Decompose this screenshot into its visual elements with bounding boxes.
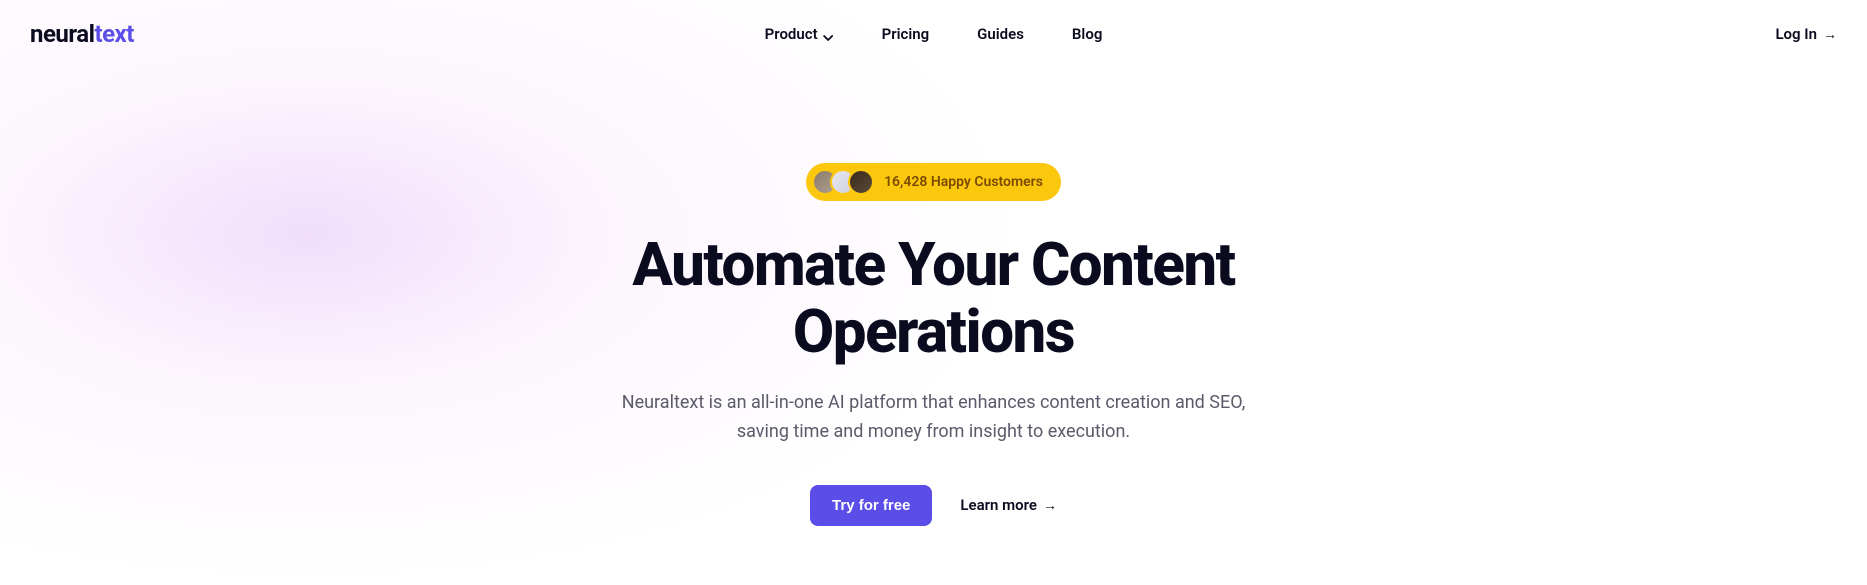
main-nav: Product Pricing Guides Blog bbox=[765, 25, 1103, 43]
header: neuraltext Product Pricing Guides Blog L… bbox=[0, 0, 1867, 68]
hero-subtitle: Neuraltext is an all-in-one AI platform … bbox=[614, 389, 1254, 447]
arrow-right-icon: → bbox=[1043, 497, 1057, 514]
nav-pricing-label: Pricing bbox=[882, 25, 930, 43]
customers-badge[interactable]: 16,428 Happy Customers bbox=[806, 163, 1061, 201]
nav-pricing[interactable]: Pricing bbox=[882, 25, 930, 43]
hero-section: 16,428 Happy Customers Automate Your Con… bbox=[0, 68, 1867, 526]
nav-guides-label: Guides bbox=[977, 25, 1024, 43]
hero-title-line1: Automate Your Content bbox=[632, 229, 1234, 300]
hero-title: Automate Your Content Operations bbox=[632, 231, 1234, 365]
login-link[interactable]: Log In → bbox=[1775, 25, 1837, 43]
nav-blog-label: Blog bbox=[1072, 25, 1102, 43]
nav-guides[interactable]: Guides bbox=[977, 25, 1024, 43]
learn-more-label: Learn more bbox=[960, 496, 1037, 514]
login-label: Log In bbox=[1775, 25, 1817, 43]
logo-part2: text bbox=[94, 20, 133, 48]
nav-blog[interactable]: Blog bbox=[1072, 25, 1102, 43]
try-for-free-button[interactable]: Try for free bbox=[810, 485, 932, 526]
badge-text: 16,428 Happy Customers bbox=[884, 174, 1043, 190]
brand-logo[interactable]: neuraltext bbox=[30, 20, 134, 48]
hero-title-line2: Operations bbox=[793, 296, 1074, 367]
avatar bbox=[848, 169, 874, 195]
nav-product-label: Product bbox=[765, 25, 818, 43]
nav-product[interactable]: Product bbox=[765, 25, 834, 43]
learn-more-link[interactable]: Learn more → bbox=[960, 496, 1057, 514]
arrow-right-icon: → bbox=[1823, 26, 1837, 43]
chevron-down-icon bbox=[824, 29, 834, 39]
cta-row: Try for free Learn more → bbox=[810, 485, 1057, 526]
logo-part1: neural bbox=[30, 20, 94, 48]
avatar-group bbox=[812, 169, 874, 195]
